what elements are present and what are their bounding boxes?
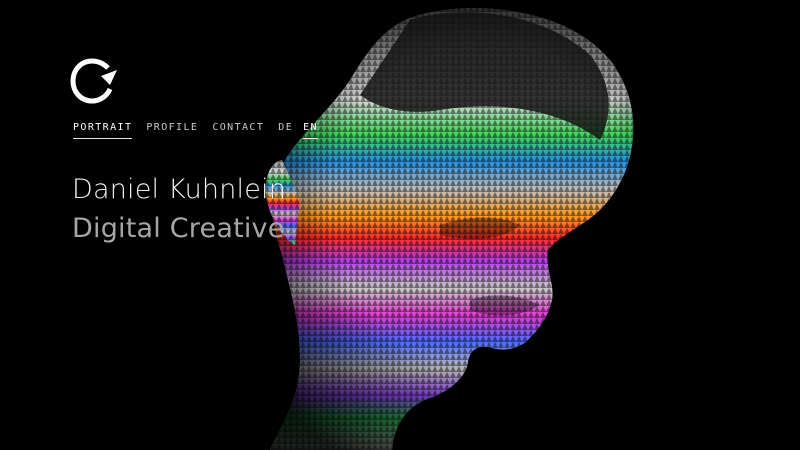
main-nav: PORTRAIT PROFILE CONTACT DE EN — [73, 122, 318, 139]
hero-role: Digital Creative — [72, 213, 285, 244]
portrait-head — [265, 8, 634, 450]
nav-contact[interactable]: CONTACT — [212, 122, 264, 139]
nav-profile[interactable]: PROFILE — [146, 122, 198, 139]
brand-logo[interactable] — [70, 58, 120, 104]
circle-c-logo-icon — [70, 58, 117, 104]
nav-lang-en[interactable]: EN — [303, 122, 318, 139]
hero-headline: Daniel Kuhnlein Digital Creative — [72, 176, 286, 242]
page-stage: PORTRAIT PROFILE CONTACT DE EN Daniel Ku… — [0, 0, 800, 450]
hero-name: Daniel Kuhnlein — [72, 174, 287, 205]
nav-portrait[interactable]: PORTRAIT — [73, 122, 133, 139]
nav-lang-de[interactable]: DE — [278, 122, 293, 139]
